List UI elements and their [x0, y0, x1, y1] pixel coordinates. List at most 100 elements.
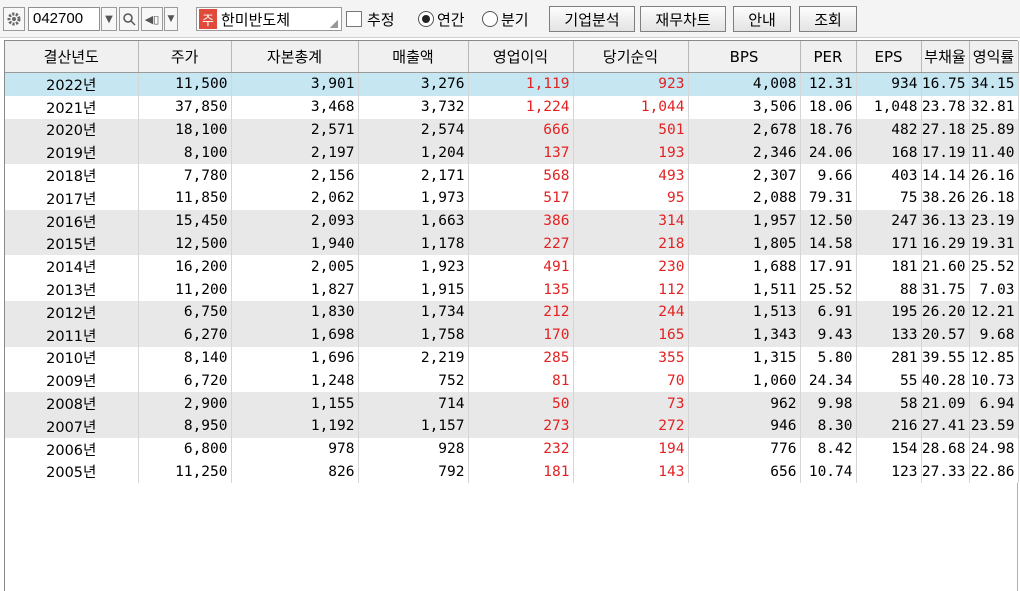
table-row[interactable]: 2012년 6,750 1,830 1,734 212 244 1,513 6.91 195 26…: [5, 300, 1019, 324]
table-cell: 314: [573, 209, 689, 233]
table-cell: 272: [573, 414, 689, 438]
table-cell: 22.86: [969, 460, 1019, 484]
financial-grid: 결산년도 주가 자본총계 매출액 영업이익 당기순익 BPS PER EPS 부채율 영익률 202…: [4, 40, 1019, 591]
annual-label: 연간: [437, 11, 465, 29]
column-header[interactable]: BPS: [688, 41, 801, 73]
column-header[interactable]: 당기순익: [573, 41, 689, 73]
guide-button[interactable]: 안내: [733, 6, 791, 32]
table-cell: 2017년: [5, 186, 139, 210]
table-cell: 17.19: [921, 141, 970, 165]
column-header[interactable]: 주가: [138, 41, 232, 73]
table-cell: 18,100: [138, 118, 232, 142]
table-cell: 3,732: [358, 95, 469, 119]
table-row[interactable]: 2008년 2,900 1,155 714 50 73 962 9.98 58 21.09 6.94: [5, 392, 1019, 415]
table-row[interactable]: 2014년 16,200 2,005 1,923 491 230 1,688 17.91 181…: [5, 255, 1019, 279]
table-cell: 3,468: [231, 95, 359, 119]
table-cell: 3,506: [688, 95, 801, 119]
financial-chart-button[interactable]: 재무차트: [640, 6, 726, 32]
table-row[interactable]: 2019년 8,100 2,197 1,204 137 193 2,346 24.06 168 1…: [5, 141, 1019, 165]
table-row[interactable]: 2020년 18,100 2,571 2,574 666 501 2,678 18.76 482…: [5, 118, 1019, 142]
table-cell: 1,178: [358, 232, 469, 256]
table-cell: 2,156: [231, 164, 359, 187]
table-cell: 31.75: [921, 278, 970, 301]
table-row[interactable]: 2006년 6,800 978 928 232 194 776 8.42 154 28.68 24.…: [5, 437, 1019, 461]
stock-code-input[interactable]: 042700: [28, 7, 100, 31]
table-cell: 2021년: [5, 95, 139, 119]
stock-name-combo[interactable]: 주 한미반도체: [196, 7, 342, 31]
table-cell: 216: [856, 414, 922, 438]
table-cell: 19.31: [969, 232, 1019, 256]
table-cell: 792: [358, 460, 469, 484]
table-cell: 1,513: [688, 300, 801, 324]
search-icon[interactable]: [119, 7, 139, 31]
table-cell: 2015년: [5, 232, 139, 256]
table-cell: 2,093: [231, 209, 359, 233]
table-cell: 285: [468, 346, 574, 370]
financial-table: 결산년도 주가 자본총계 매출액 영업이익 당기순익 BPS PER EPS 부채율 영익률 202…: [5, 41, 1019, 484]
annual-radio[interactable]: [418, 11, 434, 27]
table-row[interactable]: 2011년 6,270 1,698 1,758 170 165 1,343 9.43 133 20…: [5, 323, 1019, 347]
column-header[interactable]: 자본총계: [231, 41, 359, 73]
column-header[interactable]: 영익률: [969, 41, 1019, 73]
company-analysis-button[interactable]: 기업분석: [549, 6, 635, 32]
table-cell: 1,343: [688, 323, 801, 347]
table-cell: 923: [573, 72, 689, 96]
table-cell: 7,780: [138, 164, 232, 187]
table-row[interactable]: 2017년 11,850 2,062 1,973 517 95 2,088 79.31 75 38…: [5, 186, 1019, 210]
column-header[interactable]: PER: [800, 41, 857, 73]
table-cell: 23.59: [969, 414, 1019, 438]
table-row[interactable]: 2010년 8,140 1,696 2,219 285 355 1,315 5.80 281 39…: [5, 346, 1019, 370]
table-cell: 26.20: [921, 300, 970, 324]
table-cell: 2,171: [358, 164, 469, 187]
table-row[interactable]: 2009년 6,720 1,248 752 81 70 1,060 24.34 55 40.28 1…: [5, 369, 1019, 393]
table-cell: 28.68: [921, 437, 970, 461]
table-row[interactable]: 2015년 12,500 1,940 1,178 227 218 1,805 14.58 171…: [5, 232, 1019, 256]
table-cell: 714: [358, 392, 469, 415]
speaker-icon[interactable]: ◀▯: [141, 7, 163, 31]
table-row[interactable]: 2013년 11,200 1,827 1,915 135 112 1,511 25.52 88 3…: [5, 278, 1019, 301]
table-cell: 1,157: [358, 414, 469, 438]
table-cell: 11,250: [138, 460, 232, 484]
gear-icon[interactable]: [3, 7, 25, 31]
table-cell: 1,060: [688, 369, 801, 393]
search-button[interactable]: 조회: [799, 6, 857, 32]
table-cell: 133: [856, 323, 922, 347]
table-cell: 2,346: [688, 141, 801, 165]
table-cell: 482: [856, 118, 922, 142]
chevron-down-icon[interactable]: ▼: [164, 7, 178, 31]
table-cell: 491: [468, 255, 574, 279]
column-header[interactable]: 부채율: [921, 41, 970, 73]
column-header[interactable]: 영업이익: [468, 41, 574, 73]
table-cell: 2,900: [138, 392, 232, 415]
table-cell: 8,140: [138, 346, 232, 370]
table-row[interactable]: 2005년 11,250 826 792 181 143 656 10.74 123 27.33 2…: [5, 460, 1019, 484]
table-cell: 1,940: [231, 232, 359, 256]
quarterly-radio[interactable]: [482, 11, 498, 27]
table-row[interactable]: 2016년 15,450 2,093 1,663 386 314 1,957 12.50 247…: [5, 209, 1019, 233]
table-cell: 2,571: [231, 118, 359, 142]
column-header[interactable]: 매출액: [358, 41, 469, 73]
column-header[interactable]: 결산년도: [5, 41, 139, 73]
chevron-down-icon[interactable]: ▼: [101, 7, 117, 31]
table-cell: 25.52: [800, 278, 857, 301]
table-cell: 2006년: [5, 437, 139, 461]
table-cell: 1,734: [358, 300, 469, 324]
table-cell: 34.15: [969, 72, 1019, 96]
table-cell: 81: [468, 369, 574, 393]
table-row[interactable]: 2021년 37,850 3,468 3,732 1,224 1,044 3,506 18.0…: [5, 95, 1019, 119]
table-cell: 2005년: [5, 460, 139, 484]
table-cell: 2013년: [5, 278, 139, 301]
estimate-checkbox[interactable]: [346, 11, 362, 27]
table-row[interactable]: 2007년 8,950 1,192 1,157 273 272 946 8.30 216 27.4…: [5, 414, 1019, 438]
table-row[interactable]: 2018년 7,780 2,156 2,171 568 493 2,307 9.66 403 14…: [5, 164, 1019, 187]
table-cell: 3,901: [231, 72, 359, 96]
table-cell: 75: [856, 186, 922, 210]
table-cell: 181: [856, 255, 922, 279]
table-cell: 195: [856, 300, 922, 324]
column-header[interactable]: EPS: [856, 41, 922, 73]
table-cell: 2,574: [358, 118, 469, 142]
table-row[interactable]: 2022년 11,500 3,901 3,276 1,119 923 4,008 12.31 9…: [5, 72, 1019, 96]
table-cell: 752: [358, 369, 469, 393]
table-cell: 1,192: [231, 414, 359, 438]
table-cell: 21.60: [921, 255, 970, 279]
